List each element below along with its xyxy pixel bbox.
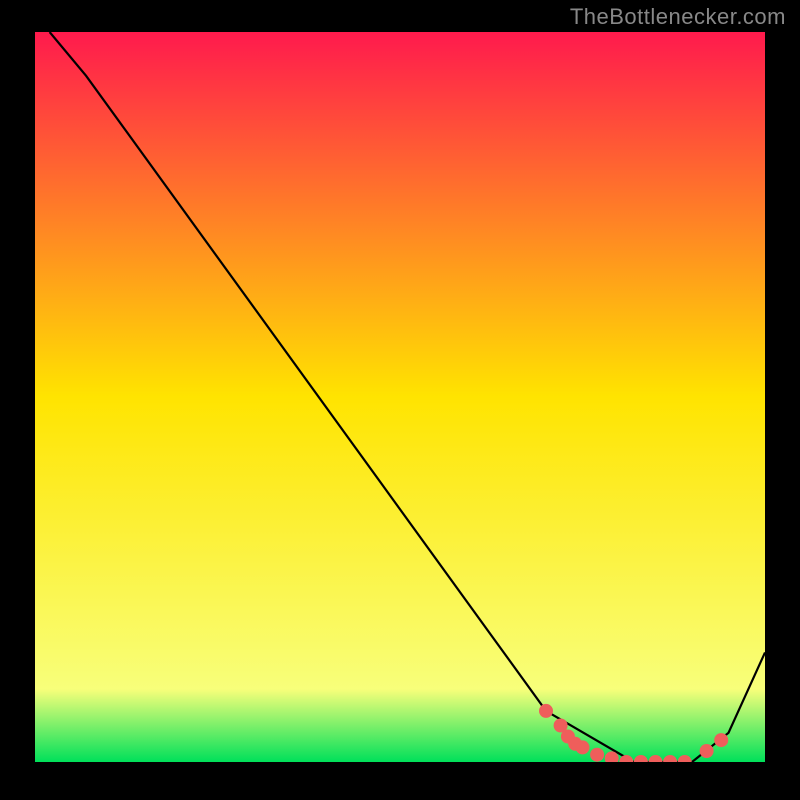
gradient-background [35, 32, 765, 762]
plot-area [35, 32, 765, 762]
chart-svg [35, 32, 765, 762]
watermark-text: TheBottlenecker.com [570, 4, 786, 30]
marker-point [590, 748, 604, 762]
marker-point [714, 733, 728, 747]
chart-frame: TheBottlenecker.com [0, 0, 800, 800]
marker-point [576, 740, 590, 754]
marker-point [700, 744, 714, 758]
marker-point [539, 704, 553, 718]
